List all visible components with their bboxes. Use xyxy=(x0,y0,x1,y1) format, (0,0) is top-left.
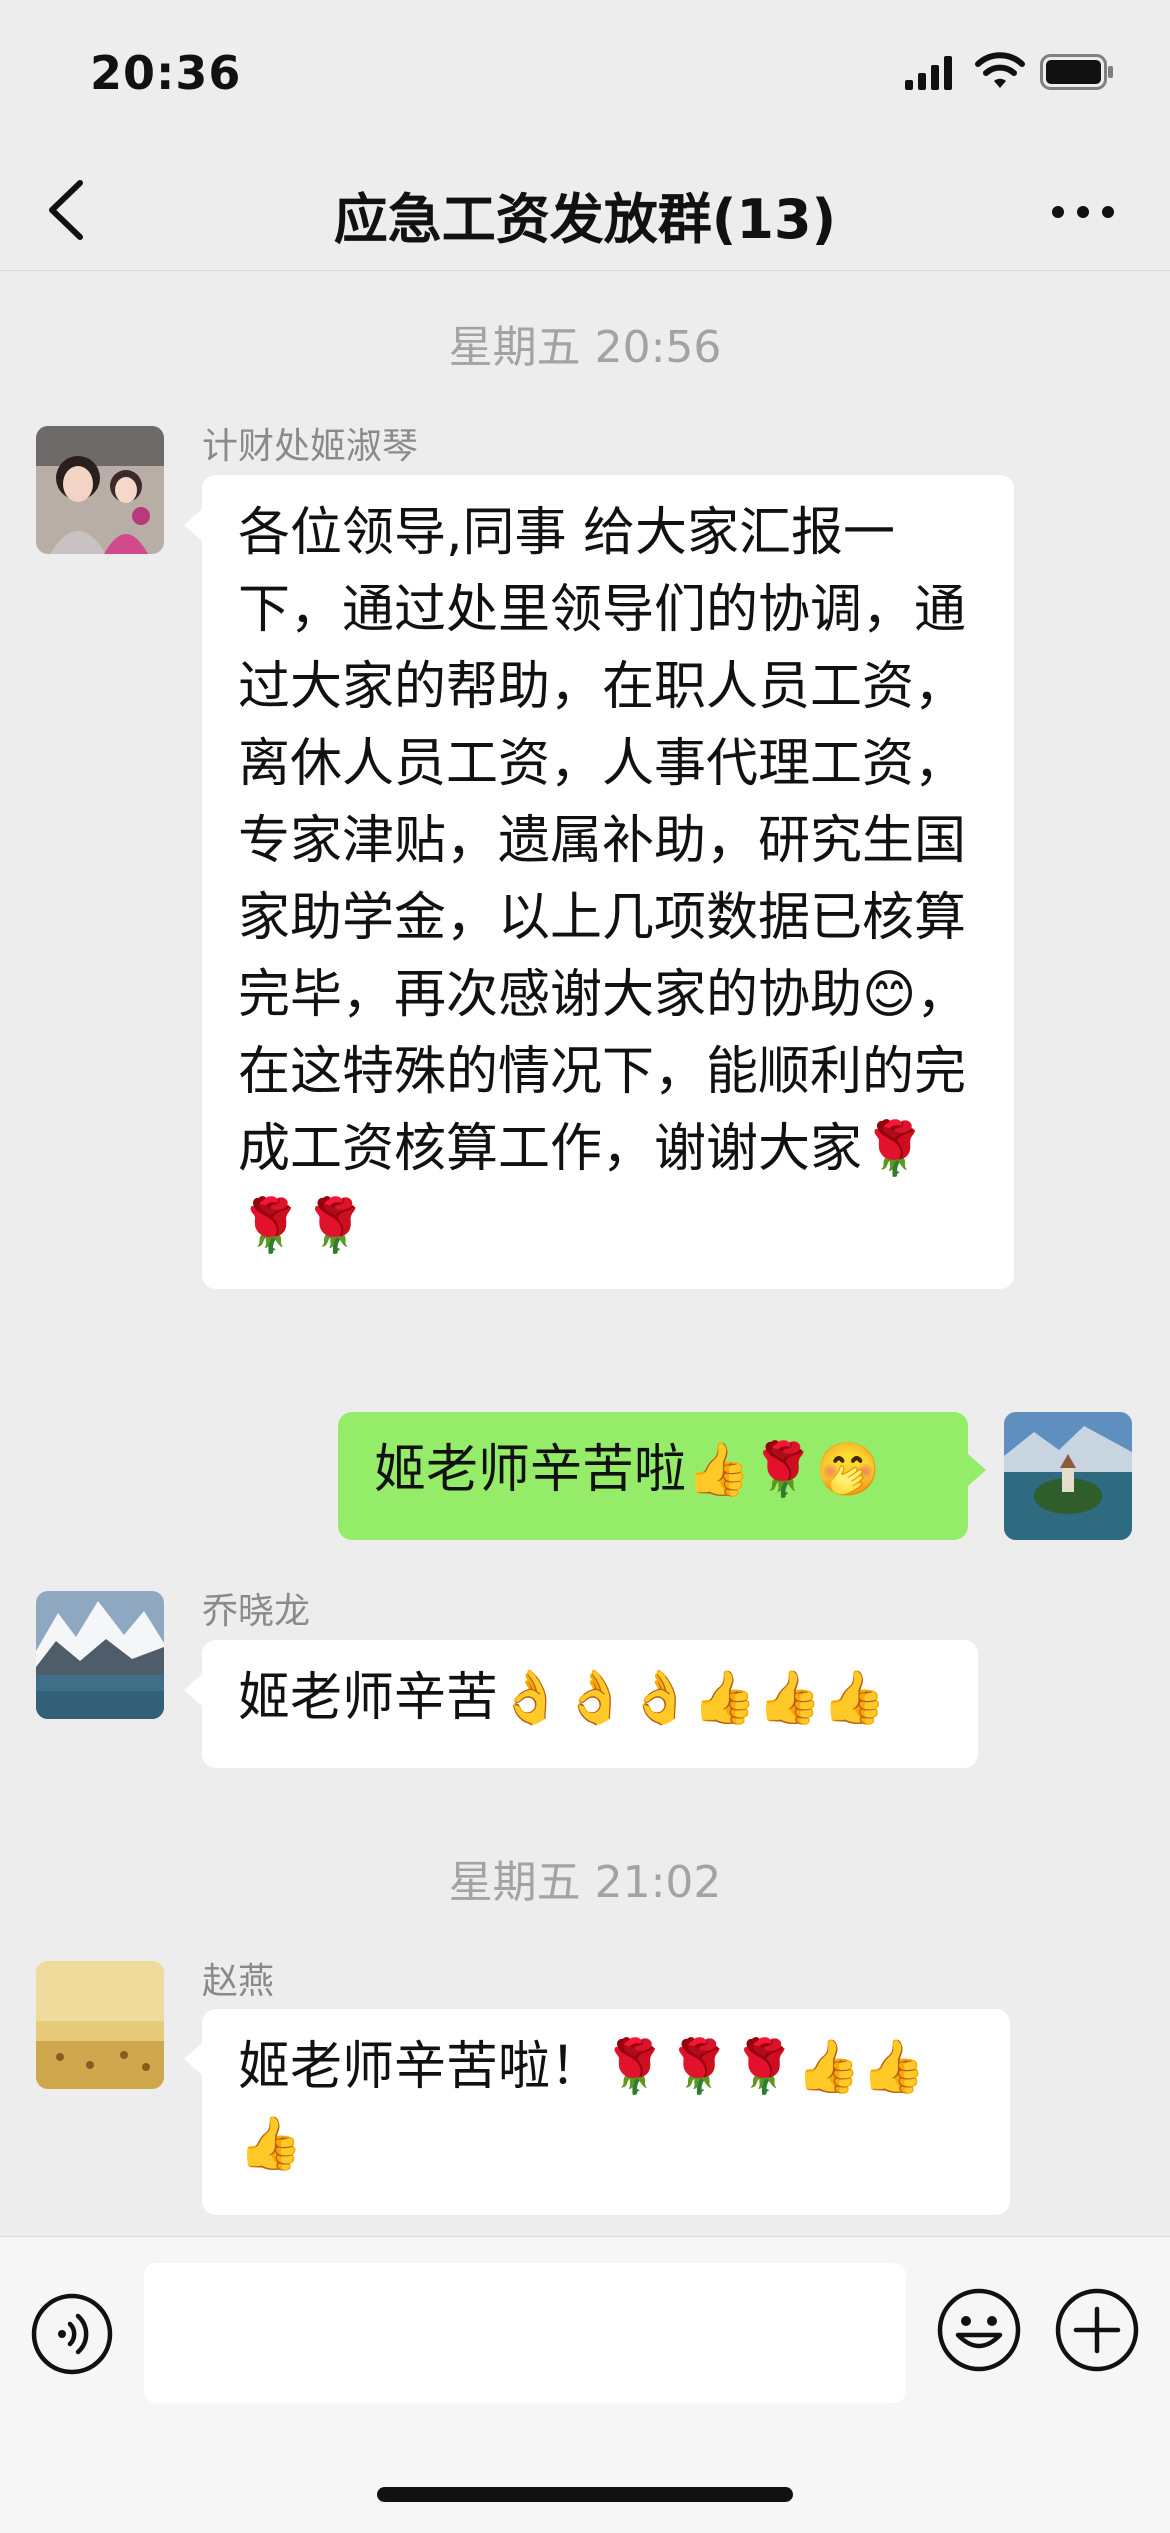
wifi-icon xyxy=(975,52,1025,88)
avatar[interactable] xyxy=(36,1961,164,2089)
message-text: 姬老师辛苦啦！🌹🌹🌹👍👍👍 xyxy=(238,2037,926,2174)
chat-title: 应急工资发放群(13) xyxy=(333,188,837,251)
timestamp: 星期五 21:02 xyxy=(448,1857,722,1908)
message-text: 各位领导,同事 给大家汇报一下，通过处里领导们的协调，通过大家的帮助，在职人员工… xyxy=(238,503,969,1256)
message-bubble[interactable]: 姬老师辛苦啦！🌹🌹🌹👍👍👍 xyxy=(184,2009,1010,2215)
sender-name: 计财处姬淑琴 xyxy=(202,426,419,467)
message-bubble[interactable]: 各位领导,同事 给大家汇报一下，通过处里领导们的协调，通过大家的帮助，在职人员工… xyxy=(184,475,1014,1289)
message-bubble[interactable]: 姬老师辛苦👌👌👌👍👍👍 xyxy=(184,1640,978,1768)
input-bar xyxy=(0,2236,1170,2533)
chat-area[interactable]: 星期五 20:56 计财处姬淑琴 各位领导,同事 给大家汇报一下，通过处里领导们… xyxy=(0,271,1170,2236)
message-bubble-self[interactable]: 姬老师辛苦啦👍🌹🤭 xyxy=(338,1412,986,1540)
message-input[interactable] xyxy=(144,2263,906,2403)
voice-icon[interactable] xyxy=(30,2292,114,2376)
status-bar: 20:36 xyxy=(0,0,1170,150)
battery-icon xyxy=(1040,54,1113,90)
emoji-icon[interactable] xyxy=(936,2287,1022,2373)
plus-icon[interactable] xyxy=(1054,2287,1140,2373)
status-time: 20:36 xyxy=(90,46,242,100)
avatar[interactable] xyxy=(36,1591,164,1719)
avatar[interactable] xyxy=(1004,1412,1132,1540)
avatar[interactable] xyxy=(36,426,164,554)
sender-name: 乔晓龙 xyxy=(202,1591,311,1632)
sender-name: 赵燕 xyxy=(202,1961,275,2002)
message-text: 姬老师辛苦啦👍🌹🤭 xyxy=(374,1440,881,1500)
message-text: 姬老师辛苦👌👌👌👍👍👍 xyxy=(238,1668,887,1728)
timestamp: 星期五 20:56 xyxy=(448,322,722,373)
more-dots-icon[interactable] xyxy=(1048,192,1118,232)
signal-icon xyxy=(905,56,952,90)
nav-bar: 应急工资发放群(13) xyxy=(0,150,1170,271)
home-indicator xyxy=(377,2487,793,2502)
